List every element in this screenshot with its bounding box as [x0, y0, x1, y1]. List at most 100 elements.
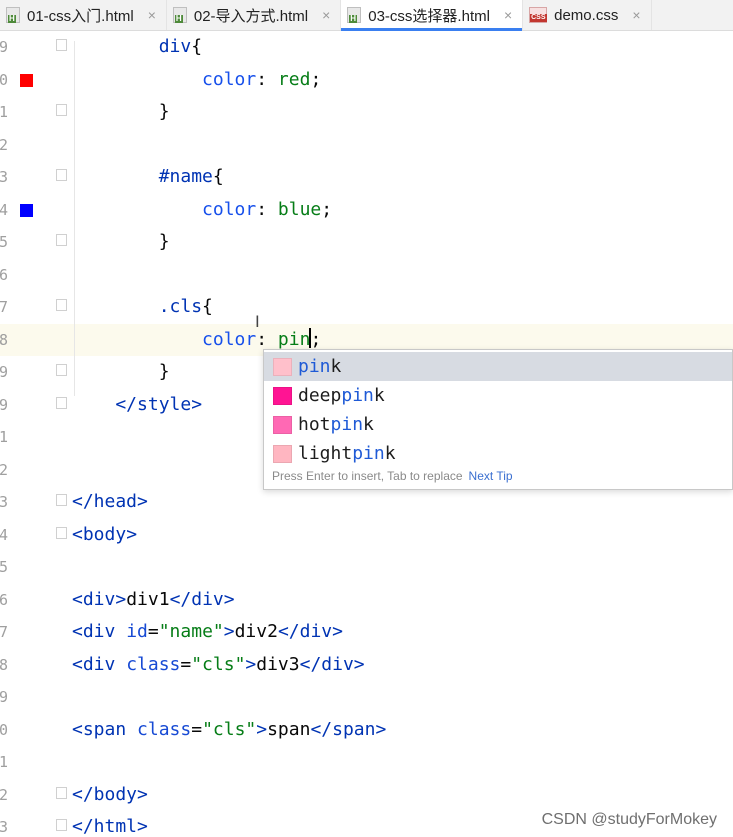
code-token: class	[137, 718, 192, 740]
tab-2[interactable]: 02-导入方式.html ×	[167, 0, 342, 30]
tab-label: 01-css入门.html	[27, 7, 134, 25]
code-token: >	[375, 718, 387, 740]
close-icon[interactable]: ×	[632, 7, 640, 23]
fold-marker-icon[interactable]	[56, 364, 67, 376]
label-match: pin	[341, 385, 374, 406]
code-token: >	[223, 588, 235, 610]
color-swatch-icon[interactable]	[20, 73, 33, 87]
code-line[interactable]: 2	[0, 129, 733, 162]
code-token: </div	[277, 621, 333, 642]
code-token: <body	[72, 523, 127, 545]
fold-marker-icon[interactable]	[56, 396, 67, 409]
tab-3[interactable]: 03-css选择器.html ×	[341, 0, 524, 31]
fold-marker-icon[interactable]	[56, 104, 67, 116]
next-tip-link[interactable]: Next Tip	[469, 469, 513, 483]
code-line[interactable]: 7 <div id="name">div2</div>	[0, 616, 733, 649]
code-token: ;	[310, 68, 322, 90]
autocomplete-item[interactable]: lightpink	[264, 439, 732, 468]
fold-marker-icon[interactable]	[56, 234, 67, 246]
line-number: 8	[0, 655, 8, 674]
autocomplete-item[interactable]: pink	[264, 352, 732, 381]
fold-marker-icon[interactable]	[56, 299, 67, 311]
autocomplete-item[interactable]: deeppink	[264, 381, 732, 410]
code-line[interactable]: 3 #name{	[0, 161, 733, 194]
code-text: div{	[72, 31, 202, 64]
code-line[interactable]: 4 color: blue;	[0, 194, 733, 227]
line-number: 6	[0, 590, 8, 609]
tab-1[interactable]: 01-css入门.html ×	[0, 0, 167, 30]
code-token: =	[180, 653, 192, 675]
code-text: <div id="name">div2</div>	[72, 616, 343, 649]
label-match: pin	[298, 356, 331, 377]
fold-marker-icon[interactable]	[56, 169, 67, 181]
color-chip-icon	[273, 444, 292, 463]
code-token: color	[72, 198, 257, 220]
autocomplete-item[interactable]: hotpink	[264, 410, 732, 439]
code-token: id	[126, 621, 148, 642]
tab-4[interactable]: demo.css ×	[523, 0, 652, 30]
code-line[interactable]: 0 <span class="cls">span</span>	[0, 714, 733, 747]
code-line[interactable]: 2 </body>	[0, 779, 733, 812]
code-line[interactable]: 6	[0, 259, 733, 292]
code-line[interactable]: 4 <body>	[0, 519, 733, 552]
code-token: "cls"	[191, 653, 246, 675]
close-icon[interactable]: ×	[322, 7, 330, 23]
code-line[interactable]: 1	[0, 746, 733, 779]
code-text: }	[72, 96, 170, 129]
hint-text: Press Enter to insert, Tab to replace	[272, 469, 463, 483]
line-number: 9	[0, 38, 8, 56]
tab-label: 02-导入方式.html	[193, 7, 309, 25]
code-token: class	[126, 653, 181, 675]
code-line[interactable]: 1 }	[0, 96, 733, 129]
code-line[interactable]: 3 </head>	[0, 486, 733, 519]
code-token: ;	[321, 198, 333, 220]
fold-marker-icon[interactable]	[56, 786, 67, 799]
code-token: :	[256, 198, 278, 220]
code-token: >	[115, 588, 127, 610]
code-token: {	[212, 166, 224, 187]
code-line[interactable]: 9	[0, 681, 733, 714]
editor-tab-bar: 01-css入门.html×02-导入方式.html×03-css选择器.htm…	[0, 0, 733, 31]
code-text: </html>	[72, 811, 148, 837]
fold-marker-icon[interactable]	[56, 39, 67, 51]
code-token: }	[72, 231, 170, 252]
code-token: </div	[299, 653, 354, 675]
line-number: 4	[0, 200, 8, 219]
html-file-icon	[347, 7, 362, 23]
fold-marker-icon[interactable]	[56, 819, 67, 831]
code-text: .cls{	[72, 291, 213, 324]
code-text: </style>	[72, 389, 202, 422]
code-token: span	[267, 718, 311, 740]
watermark: CSDN @studyForMokey	[541, 811, 717, 828]
code-token: color	[72, 68, 257, 90]
code-line[interactable]: 6 <div>div1</div>	[0, 584, 733, 617]
line-number: 9	[0, 688, 8, 706]
code-token: div	[72, 36, 192, 57]
code-text: }	[72, 226, 170, 259]
code-line[interactable]: 9 div{	[0, 31, 733, 64]
fold-marker-icon[interactable]	[56, 526, 67, 539]
fold-marker-icon[interactable]	[56, 494, 67, 506]
code-token: >	[137, 816, 148, 837]
close-icon[interactable]: ×	[148, 7, 156, 23]
code-token: blue	[277, 198, 322, 220]
line-number: 8	[0, 330, 8, 349]
code-token: pin	[277, 328, 311, 350]
code-line[interactable]: 0 color: red;	[0, 64, 733, 97]
mouse-ibeam-cursor-icon: I	[255, 312, 260, 331]
close-icon[interactable]: ×	[504, 7, 512, 23]
code-token: >	[137, 491, 148, 512]
autocomplete-popup[interactable]: Press Enter to insert, Tab to replace Nex…	[263, 349, 733, 490]
code-token: color	[72, 328, 257, 350]
code-line[interactable]: 5 }	[0, 226, 733, 259]
code-token: <span	[72, 718, 138, 740]
code-token: <div	[72, 621, 127, 642]
color-swatch-icon[interactable]	[20, 203, 33, 217]
code-line[interactable]: 8 <div class="cls">div3</div>	[0, 649, 733, 682]
code-token: >	[126, 523, 138, 545]
html-file-icon	[172, 7, 187, 23]
code-line[interactable]: 7 .cls{	[0, 291, 733, 324]
code-token: </body	[72, 783, 138, 805]
code-line[interactable]: 5	[0, 551, 733, 584]
code-token: ;	[310, 328, 322, 350]
